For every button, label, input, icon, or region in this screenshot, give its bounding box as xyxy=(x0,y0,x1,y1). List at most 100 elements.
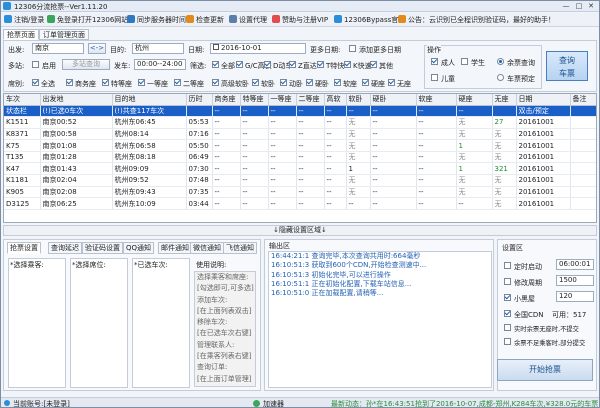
settings-tab-0[interactable]: 抢票设置 xyxy=(7,242,41,254)
settings-tab-5[interactable]: 微信通知 xyxy=(190,242,224,254)
student-checkbox[interactable] xyxy=(461,58,468,65)
column-header-14[interactable]: 日期 xyxy=(516,94,571,106)
toolbar-item-7[interactable]: 公告：云识别已全程识别验证码，最好的助手！ xyxy=(398,14,555,26)
seat-checkbox-0[interactable] xyxy=(32,79,39,86)
table-row[interactable]: K1181 南京02:04 杭州09:52 07:48 -- -- -- -- -- 无 -- -- 无… xyxy=(4,174,596,187)
filter-checkbox-6[interactable] xyxy=(370,61,377,68)
cycle-checkbox[interactable] xyxy=(504,278,511,285)
seat-checkbox-10[interactable] xyxy=(362,79,369,86)
toolbar-item-4[interactable]: 设置代理 xyxy=(229,14,267,26)
column-header-11[interactable]: 软座 xyxy=(416,94,457,106)
blackroom-checkbox[interactable] xyxy=(504,294,511,301)
adult-checkbox[interactable] xyxy=(431,58,438,65)
column-header-10[interactable]: 硬卧 xyxy=(370,94,417,106)
toolbar-item-5[interactable]: 赞助与注册VIP xyxy=(272,14,328,26)
from-station-input[interactable]: 南京 xyxy=(32,43,84,54)
accelerator-label[interactable]: 加速器 xyxy=(263,399,284,407)
tab-order-manage[interactable]: 订单管理页面 xyxy=(39,29,89,40)
seat-checkbox-1[interactable] xyxy=(66,79,73,86)
seat-checkbox-3[interactable] xyxy=(138,79,145,86)
hide-settings-toggle[interactable]: ↓隐藏设置区域↓ xyxy=(3,225,597,236)
settings-tab-2[interactable]: 验证码设置 xyxy=(82,242,123,254)
settings-tab-4[interactable]: 邮件通知 xyxy=(158,242,192,254)
child-checkbox[interactable] xyxy=(431,74,438,81)
column-header-12[interactable]: 硬座 xyxy=(456,94,493,106)
column-header-6[interactable]: 一等座 xyxy=(268,94,297,106)
table-cell: -- xyxy=(296,151,325,164)
seat-checkbox-6[interactable] xyxy=(252,79,259,86)
filter-checkbox-4[interactable] xyxy=(317,61,324,68)
column-header-7[interactable]: 二等座 xyxy=(296,94,325,106)
maximize-button[interactable]: □ xyxy=(574,2,584,11)
cycle-input[interactable]: 1500 xyxy=(556,275,594,286)
table-cell: 无 xyxy=(456,116,493,129)
departure-time-select[interactable]: 00:00--24:00 xyxy=(134,59,186,70)
filter-checkbox-2[interactable] xyxy=(264,61,271,68)
start-grab-button[interactable]: 开始抢票 xyxy=(497,359,593,381)
table-row[interactable]: K8371 南京00:58 杭州08:14 07:16 -- -- -- -- -- 无 -- -- 无… xyxy=(4,128,596,141)
minimize-button[interactable]: — xyxy=(561,2,571,11)
toolbar-item-0[interactable]: 注销/登录 xyxy=(4,14,44,26)
column-header-8[interactable]: 高软 xyxy=(324,94,347,106)
filter-checkbox-3[interactable] xyxy=(289,61,296,68)
swap-stations-button[interactable]: <-> xyxy=(88,43,106,54)
reserve-radio[interactable] xyxy=(497,74,504,81)
seat-choice-list[interactable] xyxy=(70,258,128,388)
table-cell: -- xyxy=(268,174,297,187)
table-row[interactable]: K1511 南京00:52 杭州东06:45 05:53 -- -- -- -- -- 无 -- --… xyxy=(4,116,596,129)
column-header-15[interactable]: 备注 xyxy=(570,94,596,106)
blackroom-input[interactable]: 120 xyxy=(556,291,594,302)
settings-tab-1[interactable]: 查询延迟 xyxy=(48,242,82,254)
date-input[interactable]: 2016-10-01 xyxy=(210,43,306,54)
query-tickets-button[interactable]: 查询 车票 xyxy=(546,51,588,81)
table-row[interactable]: 状态栏 (!)已选0车次 (!)共查117车次 -- -- -- -- -- -- -- -- -- 双… xyxy=(4,105,596,118)
toolbar-item-6[interactable]: 12306Bypass官网 xyxy=(334,14,405,26)
column-header-1[interactable]: 出发地 xyxy=(40,94,113,106)
more-dates-checkbox[interactable] xyxy=(349,45,356,52)
table-cell: -- xyxy=(212,174,241,187)
cdn-checkbox[interactable] xyxy=(504,310,511,317)
table-row[interactable]: T135 南京01:28 杭州东08:18 06:49 -- -- -- -- -- 无 -- -- 无… xyxy=(4,151,596,164)
column-header-13[interactable]: 无座 xyxy=(492,94,517,106)
seat-checkbox-2[interactable] xyxy=(102,79,109,86)
seat-checkbox-8[interactable] xyxy=(306,79,313,86)
remain-query-radio[interactable] xyxy=(497,58,504,65)
column-header-2[interactable]: 目的地 xyxy=(112,94,187,106)
seat-checkbox-5[interactable] xyxy=(212,79,219,86)
filter-checkbox-5[interactable] xyxy=(344,61,351,68)
table-cell xyxy=(570,162,596,176)
seat-checkbox-4[interactable] xyxy=(174,79,181,86)
seat-checkbox-9[interactable] xyxy=(334,79,341,86)
seat-checkbox-11[interactable] xyxy=(388,79,395,86)
column-header-4[interactable]: 商务座 xyxy=(212,94,241,106)
timer-checkbox[interactable] xyxy=(504,262,511,269)
table-row[interactable]: D3125 南京06:25 杭州东10:09 03:44 -- -- -- -- -- -- -- -… xyxy=(4,197,596,210)
passenger-list[interactable] xyxy=(8,258,66,388)
train-table[interactable]: 车次 出发地 目的地 历时 商务座 特等座 一等座 二等座 高软 软卧 硬卧 软座 硬座 无座 日期 备注 状… xyxy=(3,93,597,223)
via-enable-checkbox[interactable] xyxy=(32,61,39,68)
settings-tab-6[interactable]: 飞信通知 xyxy=(223,242,257,254)
column-header-3[interactable]: 历时 xyxy=(186,94,213,106)
settings-tab-3[interactable]: QQ通知 xyxy=(123,242,155,254)
seat-checkbox-7[interactable] xyxy=(280,79,287,86)
table-row[interactable]: K905 南京02:08 杭州东09:43 07:35 -- -- -- -- -- 无 -- -- 无… xyxy=(4,186,596,199)
table-row[interactable]: K47 南京01:43 杭州09:09 07:30 -- -- -- -- -- 1 -- -- 1 32… xyxy=(4,162,596,176)
column-header-5[interactable]: 特等座 xyxy=(240,94,269,106)
output-log[interactable]: 16:44:21:1 查询完毕,本次查询共用时:664毫秒 16:10:51:3 … xyxy=(268,251,492,388)
close-button[interactable]: ✕ xyxy=(586,2,596,11)
filter-checkbox-0[interactable] xyxy=(212,61,219,68)
to-station-input[interactable]: 杭州 xyxy=(132,43,184,54)
column-header-0[interactable]: 车次 xyxy=(4,94,41,106)
column-header-9[interactable]: 软卧 xyxy=(346,94,371,106)
tab-grab-ticket[interactable]: 抢票页面 xyxy=(3,29,39,40)
timer-input[interactable]: 06:00:01 xyxy=(556,259,594,270)
toolbar-item-1[interactable]: 免登录打开12306网站 xyxy=(47,14,128,26)
filter-checkbox-1[interactable] xyxy=(236,61,243,68)
via-query-button[interactable]: 多站查询 xyxy=(62,59,110,70)
toolbar-item-3[interactable]: 检查更新 xyxy=(186,14,224,26)
selected-trains-list[interactable] xyxy=(132,258,190,388)
toolbar-item-2[interactable]: 同步服务器时间 xyxy=(127,14,186,26)
no-seat-submit-checkbox[interactable] xyxy=(504,324,511,331)
partial-submit-checkbox[interactable] xyxy=(504,338,511,345)
table-row[interactable]: K75 南京01:08 杭州东06:58 05:50 -- -- -- -- -- 无 -- -- 1 无… xyxy=(4,139,596,152)
